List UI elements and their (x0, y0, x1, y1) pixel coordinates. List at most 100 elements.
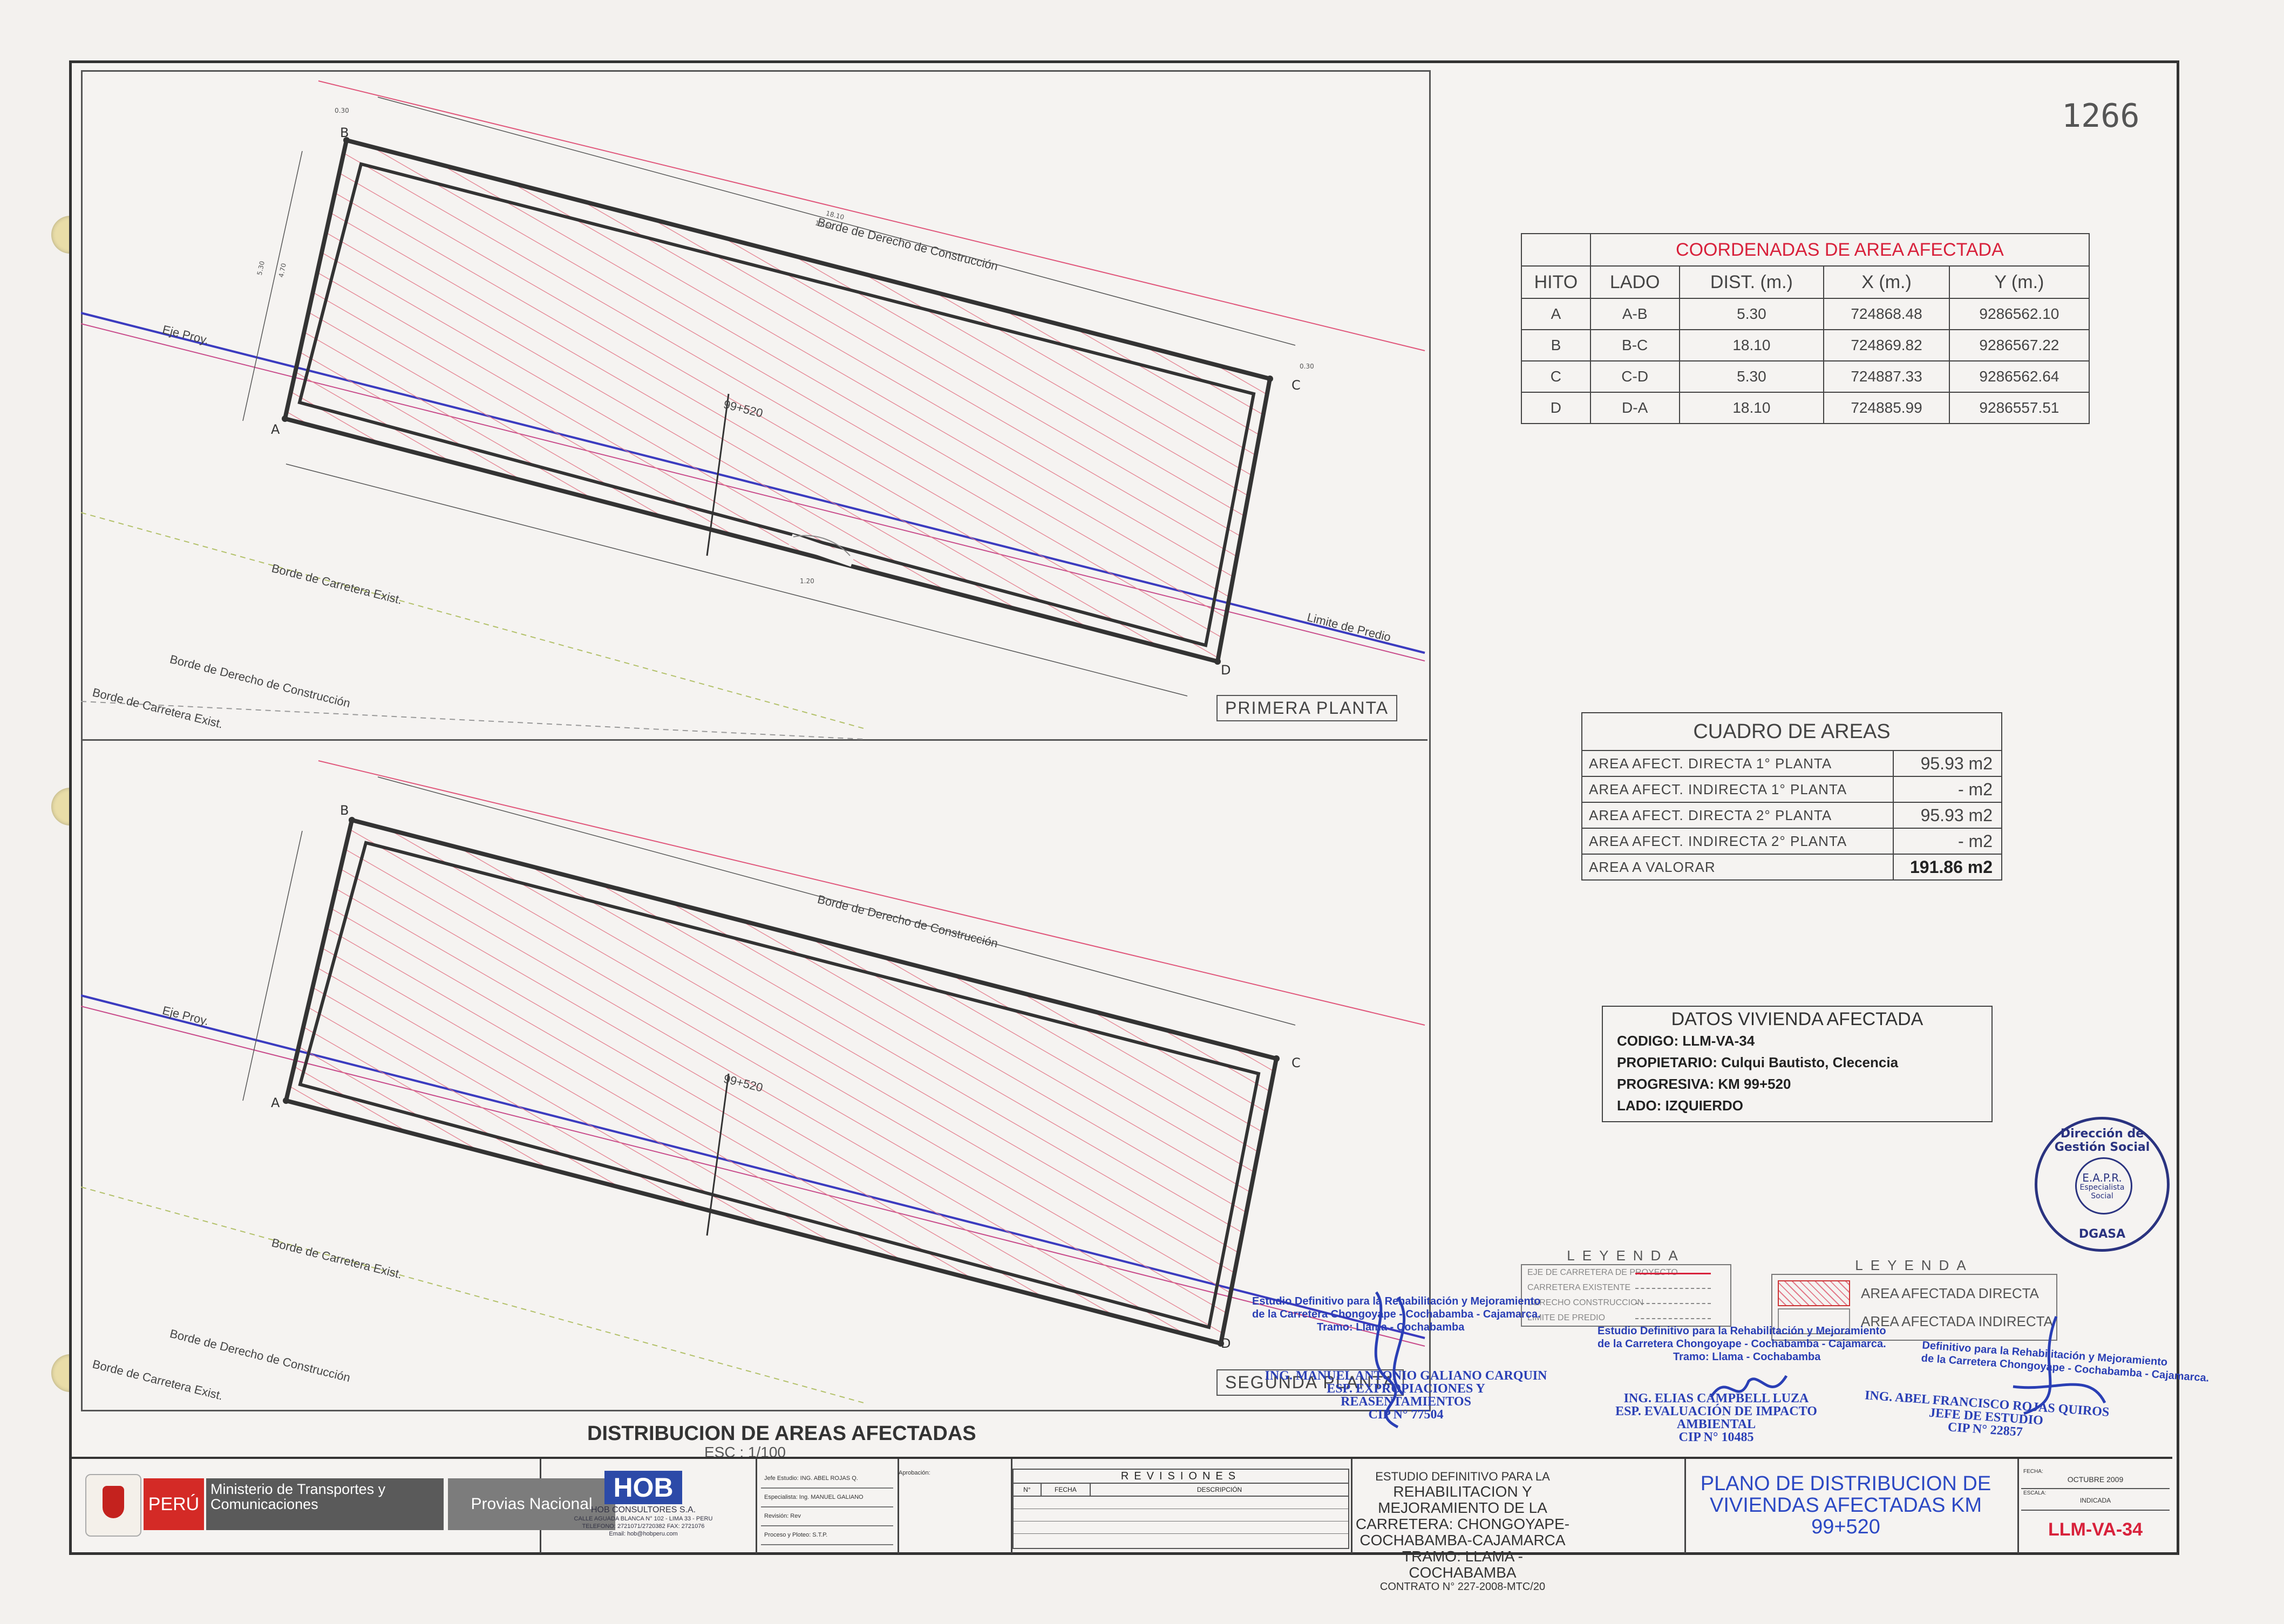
cell: 724887.33 (1823, 360, 1950, 393)
hob-logo: HOB HOB CONSULTORES S.A. CALLE AGUADA BL… (546, 1469, 740, 1550)
area-total-value: 191.86 m2 (1892, 854, 2003, 881)
study-line: ESTUDIO DEFINITIVO PARA LA (1375, 1470, 1550, 1483)
area-value: - m2 (1892, 828, 2003, 855)
cell: C (1521, 360, 1591, 393)
table-row: AREA AFECT. DIRECTA 2° PLANTA 95.93 m2 (1581, 802, 2003, 829)
point-d-1: D (1221, 663, 1231, 678)
cell: D (1521, 392, 1591, 424)
area-label: AREA AFECT. DIRECTA 1° PLANTA (1581, 750, 1894, 777)
peru-shield-icon (85, 1474, 141, 1537)
point-c-1: C (1291, 378, 1301, 393)
legend-title: LEYENDA (1855, 1257, 1974, 1273)
legend-label: DERECHO CONSTRUCCION (1527, 1298, 1644, 1307)
staff-row: Especialista: Ing. MANUEL GALIANO (761, 1489, 893, 1507)
cell: 724885.99 (1823, 392, 1950, 424)
signature-text: de la Carretera Chongoyape - Cochabamba … (1598, 1338, 1886, 1350)
legend-row: DERECHO CONSTRUCCION (1522, 1295, 1730, 1311)
housing-data-title: DATOS VIVIENDA AFECTADA (1671, 1009, 1923, 1029)
dim-label: 0.30 (1300, 363, 1314, 370)
housing-side: LADO: IZQUIERDO (1617, 1097, 1743, 1114)
date-value: OCTUBRE 2009 (2067, 1475, 2124, 1484)
legend-lines: LEYENDA EJE DE CARRETERA DE PROYECTO CAR… (1521, 1247, 1731, 1327)
cell: 9286562.64 (1948, 360, 2090, 393)
plan-title: PLANO DE DISTRIBUCION DE VIVIENDAS AFECT… (1700, 1472, 1991, 1538)
revisions-title: REVISIONES (1014, 1470, 1348, 1484)
legend-label: AREA AFECTADA DIRECTA (1861, 1285, 2039, 1301)
rev-header: DESCRIPCIÓN (1197, 1486, 1242, 1493)
hob-address: CALLE AGUADA BLANCA N° 102 - LIMA 33 - P… (574, 1516, 713, 1522)
staff-row: Revisión: Rev (761, 1507, 893, 1526)
approval-label: Aprobación: (899, 1470, 930, 1476)
area-label: AREA A VALORAR (1581, 854, 1894, 881)
point-b-2: B (340, 803, 349, 818)
cell: 724868.48 (1823, 298, 1950, 330)
study-contract: CONTRATO N° 227-2008-MTC/20 (1379, 1581, 1546, 1593)
drawing-sheet: 1266 Eje Proy. Borde de Derecho de Const… (0, 0, 2284, 1624)
staff-row: Proceso y Ploteo: S.T.P. (761, 1526, 893, 1545)
coords-header: LADO (1589, 265, 1680, 299)
staff-block: Jefe Estudio: ING. ABEL ROJAS Q. Especia… (761, 1470, 893, 1545)
table-row: AREA AFECT. INDIRECTA 2° PLANTA - m2 (1581, 828, 2003, 855)
stamp-text: Especialista (2079, 1183, 2125, 1192)
table-row: B B-C 18.10 724869.82 9286567.22 (1521, 329, 2090, 361)
hob-email: Email: hob@hobperu.com (609, 1531, 678, 1537)
signature-text: Estudio Definitivo para la Rehabilitació… (1598, 1325, 1886, 1337)
area-label: AREA AFECT. INDIRECTA 1° PLANTA (1581, 776, 1894, 803)
table-row: AREA A VALORAR 191.86 m2 (1581, 854, 2003, 881)
cell: 724869.82 (1823, 329, 1950, 361)
cell: B-C (1589, 329, 1680, 361)
area-value: 95.93 m2 (1892, 802, 2003, 829)
date-key: FECHA: (2023, 1469, 2043, 1475)
hatch-swatch (1778, 1280, 1850, 1306)
hob-mark: HOB (604, 1471, 682, 1504)
cell: A-B (1589, 298, 1680, 330)
study-line: REHABILITACION Y MEJORAMIENTO DE LA CARR… (1355, 1483, 1570, 1548)
rev-header: FECHA (1042, 1484, 1091, 1496)
housing-data-box: DATOS VIVIENDA AFECTADA CODIGO: LLM-VA-3… (1602, 1006, 1993, 1122)
peru-label: PERÚ (144, 1478, 204, 1530)
sheet-code: LLM-VA-34 (2048, 1519, 2143, 1540)
area-value: 95.93 m2 (1892, 750, 2003, 777)
coordinates-table-title: COORDENADAS DE AREA AFECTADA (1589, 233, 2090, 267)
plan-label-primera: PRIMERA PLANTA (1216, 695, 1398, 721)
cell: 18.10 (1678, 392, 1825, 424)
rev-header: N° (1014, 1484, 1042, 1496)
signature-text: CIP N° 10485 (1678, 1430, 1754, 1444)
scale-key: ESCALA: (2023, 1490, 2047, 1496)
cell: D-A (1589, 392, 1680, 424)
dim-label: 1.20 (800, 577, 814, 585)
table-row: AREA AFECT. DIRECTA 1° PLANTA 95.93 m2 (1581, 750, 2003, 777)
sheet-info-box: FECHA: OCTUBRE 2009 ESCALA: INDICADA LLM-V… (2021, 1468, 2170, 1548)
cell: A (1521, 298, 1591, 330)
study-description: ESTUDIO DEFINITIVO PARA LA REHABILITACIO… (1349, 1470, 1576, 1593)
handwritten-signature-1 (1374, 1291, 1405, 1429)
areas-table: CUADRO DE AREAS AREA AFECT. DIRECTA 1° P… (1581, 712, 2003, 881)
legend-row: EJE DE CARRETERA DE PROYECTO (1522, 1265, 1730, 1280)
handwritten-signature-2 (1709, 1375, 1788, 1398)
page-number: 1266 (2062, 97, 2140, 135)
stamp-bottom-text: DGASA (2078, 1227, 2126, 1241)
cell: 18.10 (1678, 329, 1825, 361)
legend-row: AREA AFECTADA DIRECTA (1772, 1280, 2056, 1306)
cell: 5.30 (1678, 298, 1825, 330)
coordinates-table: COORDENADAS DE AREA AFECTADA HITO LADO D… (1521, 233, 2090, 424)
point-d-2: D (1221, 1336, 1231, 1351)
stamp-top-text: Dirección de Gestión Social (2054, 1127, 2150, 1154)
hob-name: HOB CONSULTORES S.A. (590, 1505, 696, 1514)
revisions-table: REVISIONES N° FECHA DESCRIPCIÓN (1012, 1469, 1349, 1549)
cell: 9286562.10 (1948, 298, 2090, 330)
coords-header: DIST. (m.) (1678, 265, 1825, 299)
cell: 9286557.51 (1948, 392, 2090, 424)
areas-table-title: CUADRO DE AREAS (1581, 712, 2002, 751)
cell: B (1521, 329, 1591, 361)
stamp-text: Social (2091, 1192, 2113, 1200)
coords-header: HITO (1521, 265, 1591, 299)
housing-progresiva: PROGRESIVA: KM 99+520 (1617, 1076, 1791, 1092)
hob-phone: TELEFONO: 2721071/2720382 FAX: 2721076 (582, 1523, 705, 1530)
point-a-2: A (271, 1095, 280, 1110)
area-value: - m2 (1892, 776, 2003, 803)
point-a-1: A (271, 422, 280, 437)
coords-header: Y (m.) (1948, 265, 2090, 299)
signature-text: Tramo: Llama - Cochabamba (1673, 1351, 1821, 1363)
scale-value: INDICADA (2079, 1497, 2111, 1504)
